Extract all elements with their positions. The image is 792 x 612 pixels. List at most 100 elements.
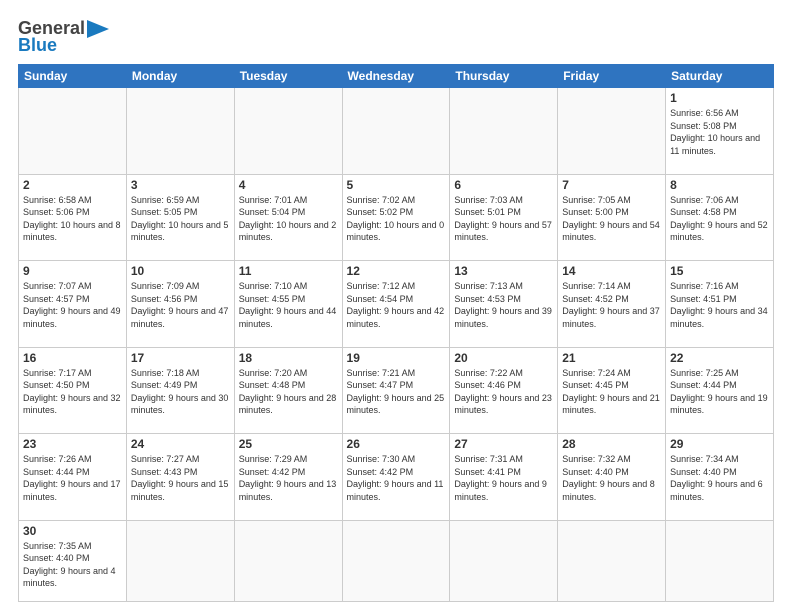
calendar-cell: 17Sunrise: 7:18 AM Sunset: 4:49 PM Dayli… <box>126 347 234 434</box>
day-info: Sunrise: 7:03 AM Sunset: 5:01 PM Dayligh… <box>454 194 553 244</box>
calendar-cell: 15 Sunrise: 7:16 AM Sunset: 4:51 PM Dayli… <box>666 261 774 348</box>
day-number: 1 <box>670 91 769 105</box>
calendar-week-1: 1 Sunrise: 6:56 AM Sunset: 5:08 PM Daylig… <box>19 88 774 175</box>
day-info: Sunrise: 7:17 AM Sunset: 4:50 PM Dayligh… <box>23 367 122 417</box>
calendar-week-4: 16 Sunrise: 7:17 AM Sunset: 4:50 PM Dayli… <box>19 347 774 434</box>
day-info: Sunrise: 7:31 AM Sunset: 4:41 PM Dayligh… <box>454 453 553 503</box>
calendar-cell: 3Sunrise: 6:59 AM Sunset: 5:05 PM Daylig… <box>126 174 234 261</box>
calendar-col-friday: Friday <box>558 65 666 88</box>
day-info: Sunrise: 7:20 AM Sunset: 4:48 PM Dayligh… <box>239 367 338 417</box>
day-number: 2 <box>23 178 122 192</box>
day-info: Sunrise: 7:05 AM Sunset: 5:00 PM Dayligh… <box>562 194 661 244</box>
day-number: 30 <box>23 524 122 538</box>
calendar-cell: 4 Sunrise: 7:01 AM Sunset: 5:04 PM Daylig… <box>234 174 342 261</box>
calendar-col-thursday: Thursday <box>450 65 558 88</box>
calendar-cell <box>234 520 342 601</box>
calendar-cell <box>450 520 558 601</box>
day-number: 19 <box>347 351 446 365</box>
day-info: Sunrise: 7:01 AM Sunset: 5:04 PM Dayligh… <box>239 194 338 244</box>
calendar-cell: 5Sunrise: 7:02 AM Sunset: 5:02 PM Daylig… <box>342 174 450 261</box>
calendar-week-3: 9 Sunrise: 7:07 AM Sunset: 4:57 PM Daylig… <box>19 261 774 348</box>
calendar-cell: 20 Sunrise: 7:22 AM Sunset: 4:46 PM Dayli… <box>450 347 558 434</box>
calendar-cell: 27 Sunrise: 7:31 AM Sunset: 4:41 PM Dayli… <box>450 434 558 521</box>
calendar-cell <box>558 520 666 601</box>
header: General Blue <box>18 18 774 56</box>
calendar-col-saturday: Saturday <box>666 65 774 88</box>
day-info: Sunrise: 7:24 AM Sunset: 4:45 PM Dayligh… <box>562 367 661 417</box>
calendar-col-tuesday: Tuesday <box>234 65 342 88</box>
calendar-cell: 29 Sunrise: 7:34 AM Sunset: 4:40 PM Dayli… <box>666 434 774 521</box>
calendar-cell: 2 Sunrise: 6:58 AM Sunset: 5:06 PM Daylig… <box>19 174 127 261</box>
day-number: 17 <box>131 351 230 365</box>
day-number: 21 <box>562 351 661 365</box>
logo-triangle-icon <box>87 20 109 38</box>
day-info: Sunrise: 7:06 AM Sunset: 4:58 PM Dayligh… <box>670 194 769 244</box>
day-number: 25 <box>239 437 338 451</box>
calendar-cell: 23Sunrise: 7:26 AM Sunset: 4:44 PM Dayli… <box>19 434 127 521</box>
calendar-cell: 6 Sunrise: 7:03 AM Sunset: 5:01 PM Daylig… <box>450 174 558 261</box>
calendar-cell <box>342 520 450 601</box>
calendar-cell: 30 Sunrise: 7:35 AM Sunset: 4:40 PM Dayli… <box>19 520 127 601</box>
day-number: 9 <box>23 264 122 278</box>
calendar-cell <box>450 88 558 175</box>
day-number: 22 <box>670 351 769 365</box>
calendar-cell: 28 Sunrise: 7:32 AM Sunset: 4:40 PM Dayli… <box>558 434 666 521</box>
calendar-cell: 21 Sunrise: 7:24 AM Sunset: 4:45 PM Dayli… <box>558 347 666 434</box>
calendar-cell: 1 Sunrise: 6:56 AM Sunset: 5:08 PM Daylig… <box>666 88 774 175</box>
day-info: Sunrise: 7:32 AM Sunset: 4:40 PM Dayligh… <box>562 453 661 503</box>
day-number: 20 <box>454 351 553 365</box>
calendar-cell: 16 Sunrise: 7:17 AM Sunset: 4:50 PM Dayli… <box>19 347 127 434</box>
calendar-cell: 10Sunrise: 7:09 AM Sunset: 4:56 PM Dayli… <box>126 261 234 348</box>
calendar-cell <box>234 88 342 175</box>
calendar-col-wednesday: Wednesday <box>342 65 450 88</box>
calendar-cell: 7 Sunrise: 7:05 AM Sunset: 5:00 PM Daylig… <box>558 174 666 261</box>
calendar-cell <box>126 520 234 601</box>
calendar-col-monday: Monday <box>126 65 234 88</box>
calendar-cell <box>19 88 127 175</box>
day-number: 11 <box>239 264 338 278</box>
day-number: 28 <box>562 437 661 451</box>
calendar-week-5: 23Sunrise: 7:26 AM Sunset: 4:44 PM Dayli… <box>19 434 774 521</box>
day-number: 12 <box>347 264 446 278</box>
day-number: 16 <box>23 351 122 365</box>
calendar-cell: 25 Sunrise: 7:29 AM Sunset: 4:42 PM Dayli… <box>234 434 342 521</box>
day-number: 10 <box>131 264 230 278</box>
day-number: 7 <box>562 178 661 192</box>
day-info: Sunrise: 7:14 AM Sunset: 4:52 PM Dayligh… <box>562 280 661 330</box>
day-info: Sunrise: 7:27 AM Sunset: 4:43 PM Dayligh… <box>131 453 230 503</box>
day-number: 3 <box>131 178 230 192</box>
calendar-cell <box>342 88 450 175</box>
calendar-cell: 13 Sunrise: 7:13 AM Sunset: 4:53 PM Dayli… <box>450 261 558 348</box>
calendar-cell <box>126 88 234 175</box>
calendar-week-2: 2 Sunrise: 6:58 AM Sunset: 5:06 PM Daylig… <box>19 174 774 261</box>
day-info: Sunrise: 7:29 AM Sunset: 4:42 PM Dayligh… <box>239 453 338 503</box>
day-number: 15 <box>670 264 769 278</box>
day-info: Sunrise: 6:56 AM Sunset: 5:08 PM Dayligh… <box>670 107 769 157</box>
day-info: Sunrise: 7:16 AM Sunset: 4:51 PM Dayligh… <box>670 280 769 330</box>
logo: General Blue <box>18 18 109 56</box>
calendar-table: SundayMondayTuesdayWednesdayThursdayFrid… <box>18 64 774 602</box>
day-number: 29 <box>670 437 769 451</box>
calendar-cell: 18 Sunrise: 7:20 AM Sunset: 4:48 PM Dayli… <box>234 347 342 434</box>
logo-general-text: General <box>18 18 85 38</box>
calendar-cell <box>558 88 666 175</box>
day-info: Sunrise: 7:35 AM Sunset: 4:40 PM Dayligh… <box>23 540 122 590</box>
day-info: Sunrise: 7:07 AM Sunset: 4:57 PM Dayligh… <box>23 280 122 330</box>
day-number: 6 <box>454 178 553 192</box>
day-number: 27 <box>454 437 553 451</box>
day-info: Sunrise: 6:58 AM Sunset: 5:06 PM Dayligh… <box>23 194 122 244</box>
day-info: Sunrise: 7:13 AM Sunset: 4:53 PM Dayligh… <box>454 280 553 330</box>
day-number: 18 <box>239 351 338 365</box>
day-number: 23 <box>23 437 122 451</box>
calendar-col-sunday: Sunday <box>19 65 127 88</box>
day-number: 13 <box>454 264 553 278</box>
day-info: Sunrise: 7:34 AM Sunset: 4:40 PM Dayligh… <box>670 453 769 503</box>
calendar-cell: 12Sunrise: 7:12 AM Sunset: 4:54 PM Dayli… <box>342 261 450 348</box>
calendar-header-row: SundayMondayTuesdayWednesdayThursdayFrid… <box>19 65 774 88</box>
day-number: 4 <box>239 178 338 192</box>
day-info: Sunrise: 7:10 AM Sunset: 4:55 PM Dayligh… <box>239 280 338 330</box>
calendar-cell: 19Sunrise: 7:21 AM Sunset: 4:47 PM Dayli… <box>342 347 450 434</box>
day-info: Sunrise: 7:25 AM Sunset: 4:44 PM Dayligh… <box>670 367 769 417</box>
day-info: Sunrise: 7:22 AM Sunset: 4:46 PM Dayligh… <box>454 367 553 417</box>
day-number: 24 <box>131 437 230 451</box>
